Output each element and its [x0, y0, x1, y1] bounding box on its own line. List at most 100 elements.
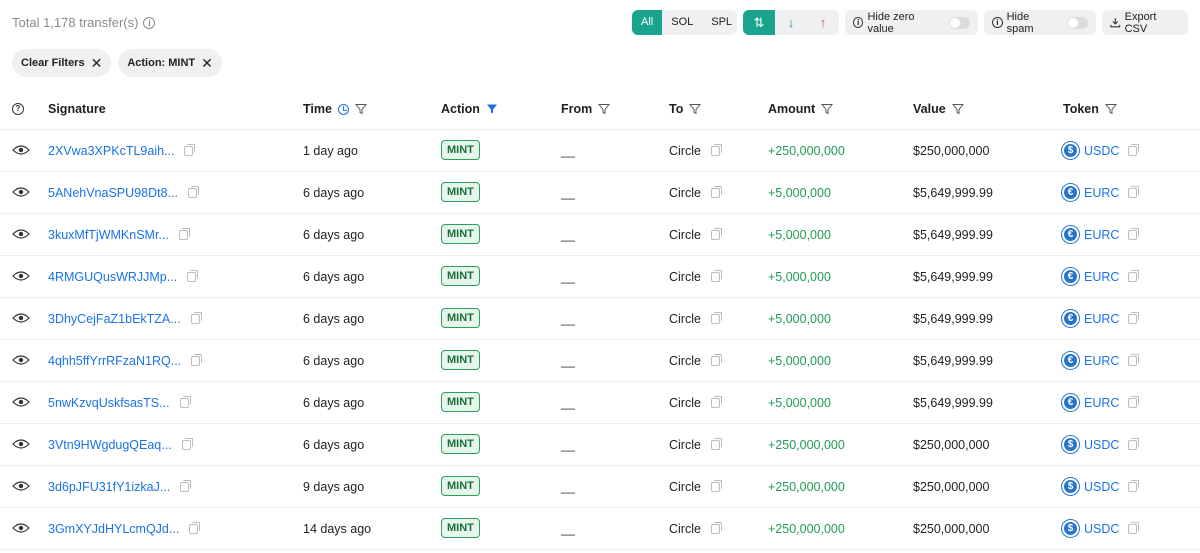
filter-icon[interactable]: [689, 103, 702, 115]
direction-in-icon[interactable]: ↓: [775, 10, 807, 35]
copy-icon[interactable]: [1128, 353, 1140, 366]
signature-link[interactable]: 5nwKzvqUskfsasTS...: [48, 396, 170, 410]
eye-icon[interactable]: [12, 186, 30, 198]
copy-icon[interactable]: [178, 228, 190, 240]
to-text[interactable]: Circle: [669, 438, 701, 452]
copy-icon[interactable]: [710, 480, 722, 492]
table-row[interactable]: 3DhyCejFaZ1bEkTZA... 6 days ago MINT __ …: [0, 298, 1200, 340]
token-link[interactable]: EURC: [1084, 354, 1119, 368]
table-row[interactable]: 5nwKzvqUskfsasTS... 6 days ago MINT __ C…: [0, 382, 1200, 424]
table-row[interactable]: 3GmXYJdHYLcmQJd... 14 days ago MINT __ C…: [0, 508, 1200, 550]
eye-icon[interactable]: [12, 396, 30, 408]
copy-icon[interactable]: [710, 396, 722, 408]
copy-icon[interactable]: [187, 186, 199, 198]
to-text[interactable]: Circle: [669, 396, 701, 410]
signature-link[interactable]: 4RMGUQusWRJJMp...: [48, 270, 177, 284]
copy-icon[interactable]: [710, 522, 722, 534]
copy-icon[interactable]: [180, 480, 192, 492]
copy-icon[interactable]: [710, 438, 722, 450]
filter-sol[interactable]: SOL: [662, 10, 702, 35]
filter-all[interactable]: All: [632, 10, 663, 35]
help-icon[interactable]: ?: [12, 103, 24, 115]
signature-link[interactable]: 5ANehVnaSPU98Dt8...: [48, 186, 178, 200]
signature-link[interactable]: 3DhyCejFaZ1bEkTZA...: [48, 312, 181, 326]
copy-icon[interactable]: [710, 312, 722, 324]
signature-link[interactable]: 4qhh5ffYrrRFzaN1RQ...: [48, 354, 181, 368]
to-text[interactable]: Circle: [669, 144, 701, 158]
copy-icon[interactable]: [710, 144, 722, 156]
clock-icon[interactable]: [337, 103, 349, 115]
to-text[interactable]: Circle: [669, 270, 701, 284]
copy-icon[interactable]: [1128, 311, 1140, 324]
copy-icon[interactable]: [710, 270, 722, 282]
hide-spam-toggle[interactable]: i Hide spam: [984, 10, 1096, 35]
copy-icon[interactable]: [181, 438, 193, 450]
toggle-switch[interactable]: [1066, 16, 1088, 29]
filter-spl[interactable]: SPL: [702, 10, 737, 35]
copy-icon[interactable]: [1128, 143, 1140, 156]
hide-zero-toggle[interactable]: i Hide zero value: [845, 10, 978, 35]
table-row[interactable]: 5ANehVnaSPU98Dt8... 6 days ago MINT __ C…: [0, 172, 1200, 214]
copy-icon[interactable]: [1128, 437, 1140, 450]
token-link[interactable]: EURC: [1084, 312, 1119, 326]
copy-icon[interactable]: [1128, 269, 1140, 282]
clear-filters-chip[interactable]: Clear Filters ✕: [12, 49, 112, 77]
info-icon[interactable]: i: [143, 16, 156, 29]
token-link[interactable]: USDC: [1084, 144, 1119, 158]
token-link[interactable]: EURC: [1084, 270, 1119, 284]
copy-icon[interactable]: [710, 186, 722, 198]
token-link[interactable]: EURC: [1084, 228, 1119, 242]
copy-icon[interactable]: [1128, 185, 1140, 198]
copy-icon[interactable]: [1128, 227, 1140, 240]
to-text[interactable]: Circle: [669, 354, 701, 368]
to-text[interactable]: Circle: [669, 312, 701, 326]
signature-link[interactable]: 3d6pJFU31fY1izkaJ...: [48, 480, 170, 494]
copy-icon[interactable]: [184, 144, 196, 156]
toggle-switch[interactable]: [949, 16, 970, 29]
copy-icon[interactable]: [189, 522, 201, 534]
filter-icon[interactable]: [951, 103, 964, 115]
eye-icon[interactable]: [12, 270, 30, 282]
to-text[interactable]: Circle: [669, 228, 701, 242]
copy-icon[interactable]: [710, 228, 722, 240]
token-link[interactable]: USDC: [1084, 480, 1119, 494]
token-link[interactable]: USDC: [1084, 522, 1119, 536]
export-csv-button[interactable]: Export CSV: [1102, 10, 1188, 35]
copy-icon[interactable]: [1128, 395, 1140, 408]
close-icon[interactable]: ✕: [201, 56, 213, 70]
action-filter-chip[interactable]: Action: MINT ✕: [118, 49, 222, 77]
filter-icon[interactable]: [1104, 103, 1117, 115]
table-row[interactable]: 3d6pJFU31fY1izkaJ... 9 days ago MINT __ …: [0, 466, 1200, 508]
filter-icon[interactable]: [598, 103, 611, 115]
eye-icon[interactable]: [12, 312, 30, 324]
token-link[interactable]: EURC: [1084, 396, 1119, 410]
filter-icon[interactable]: [354, 103, 367, 115]
eye-icon[interactable]: [12, 438, 30, 450]
table-row[interactable]: 3Vtn9HWgdugQEaq... 6 days ago MINT __ Ci…: [0, 424, 1200, 466]
signature-link[interactable]: 3Vtn9HWgdugQEaq...: [48, 438, 172, 452]
signature-link[interactable]: 2XVwa3XPKcTL9aih...: [48, 144, 174, 158]
direction-both-icon[interactable]: ⇅: [743, 10, 775, 35]
copy-icon[interactable]: [1128, 521, 1140, 534]
token-link[interactable]: EURC: [1084, 186, 1119, 200]
copy-icon[interactable]: [190, 312, 202, 324]
copy-icon[interactable]: [1128, 479, 1140, 492]
eye-icon[interactable]: [12, 522, 30, 534]
signature-link[interactable]: 3GmXYJdHYLcmQJd...: [48, 522, 179, 536]
signature-link[interactable]: 3kuxMfTjWMKnSMr...: [48, 228, 169, 242]
to-text[interactable]: Circle: [669, 480, 701, 494]
copy-icon[interactable]: [187, 270, 199, 282]
to-text[interactable]: Circle: [669, 186, 701, 200]
eye-icon[interactable]: [12, 480, 30, 492]
close-icon[interactable]: ✕: [91, 56, 103, 70]
table-row[interactable]: 4RMGUQusWRJJMp... 6 days ago MINT __ Cir…: [0, 256, 1200, 298]
direction-out-icon[interactable]: ↑: [807, 10, 839, 35]
token-link[interactable]: USDC: [1084, 438, 1119, 452]
table-row[interactable]: 2XVwa3XPKcTL9aih... 1 day ago MINT __ Ci…: [0, 130, 1200, 172]
filter-active-icon[interactable]: [486, 103, 498, 115]
copy-icon[interactable]: [179, 396, 191, 408]
eye-icon[interactable]: [12, 354, 30, 366]
copy-icon[interactable]: [710, 354, 722, 366]
eye-icon[interactable]: [12, 228, 30, 240]
table-row[interactable]: 4qhh5ffYrrRFzaN1RQ... 6 days ago MINT __…: [0, 340, 1200, 382]
